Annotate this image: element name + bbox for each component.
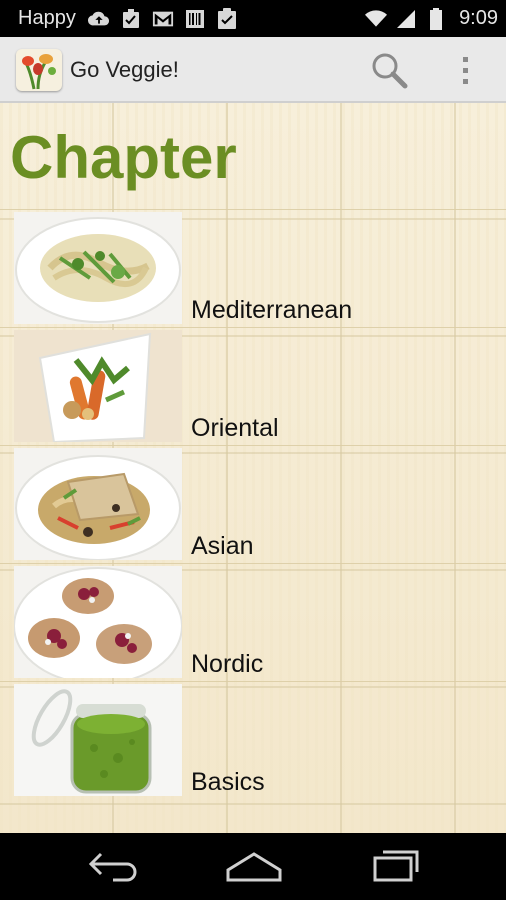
chapter-label[interactable]: Basics [191, 768, 265, 797]
back-icon[interactable] [83, 848, 143, 884]
carrier-name: Happy [18, 7, 76, 29]
status-bar: Happy 9:09 [0, 0, 506, 37]
chapter-thumbnail[interactable] [14, 448, 182, 560]
chapter-thumbnail[interactable] [14, 684, 182, 796]
chapter-label[interactable]: Mediterranean [191, 296, 352, 325]
app-logo-icon[interactable] [16, 49, 62, 91]
chapter-label[interactable]: Oriental [191, 414, 279, 443]
action-bar: Go Veggie! [0, 37, 506, 103]
chapter-thumbnail[interactable] [14, 566, 182, 678]
chapter-label[interactable]: Nordic [191, 650, 263, 679]
page-title: Chapter [10, 124, 237, 191]
chapter-thumbnail[interactable] [14, 212, 182, 324]
chapter-label[interactable]: Asian [191, 532, 254, 561]
checkbox-icon [120, 8, 142, 30]
search-icon[interactable] [370, 51, 410, 91]
signal-icon [395, 8, 417, 30]
chapter-item-oriental[interactable]: Oriental [0, 327, 506, 445]
gmail-icon [152, 8, 174, 30]
cloud-upload-icon [87, 8, 110, 30]
chapter-item-basics[interactable]: Basics [0, 681, 506, 799]
app-title: Go Veggie! [70, 57, 179, 82]
battery-icon [425, 7, 447, 30]
clock: 9:09 [459, 7, 498, 29]
home-icon[interactable] [224, 848, 284, 884]
recent-apps-icon[interactable] [365, 848, 425, 884]
wifi-icon [365, 8, 388, 30]
chapter-item-asian[interactable]: Asian [0, 445, 506, 563]
clipboard-check-icon [216, 7, 238, 30]
chapter-item-nordic[interactable]: Nordic [0, 563, 506, 681]
chapter-list-screen[interactable]: Chapter Mediterranean Oriental Asian Nor… [0, 103, 506, 833]
chapter-item-mediterranean[interactable]: Mediterranean [0, 209, 506, 327]
chapter-thumbnail[interactable] [14, 330, 182, 442]
barcode-icon [184, 8, 206, 30]
chapter-list: Mediterranean Oriental Asian Nordic Basi… [0, 209, 506, 799]
navigation-bar [0, 833, 506, 900]
overflow-menu-icon[interactable] [456, 51, 476, 91]
